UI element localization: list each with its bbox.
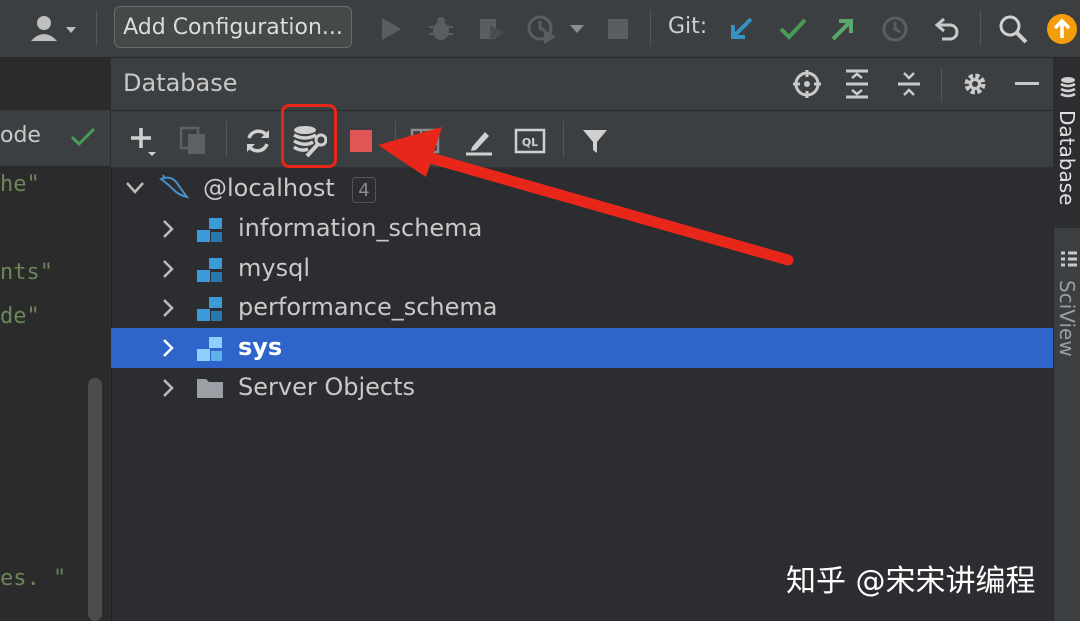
play-icon [382, 17, 401, 40]
panel-settings-button[interactable] [957, 67, 993, 101]
expand-all-button[interactable] [839, 67, 875, 101]
collapse-all-button[interactable] [891, 67, 927, 101]
rollback-button[interactable] [928, 0, 966, 57]
hide-panel-button[interactable] [1009, 67, 1045, 101]
tree-item-label: @localhost [203, 174, 335, 202]
git-commit-button[interactable] [774, 0, 812, 57]
schema-icon [197, 258, 222, 282]
git-push-button[interactable] [824, 0, 862, 57]
refresh-icon [247, 129, 269, 153]
database-icon [1060, 77, 1076, 98]
plus-icon [131, 128, 156, 156]
sciview-tab-label: SciView [1055, 280, 1079, 357]
search-everywhere-button[interactable] [994, 0, 1032, 57]
search-icon [999, 15, 1028, 43]
schema-icon [197, 337, 222, 361]
stop-icon [608, 18, 628, 39]
more-run-options[interactable] [566, 0, 588, 57]
user-account-button[interactable] [22, 0, 82, 57]
editor-scrollbar[interactable] [88, 378, 102, 621]
tree-item-label: mysql [238, 254, 310, 282]
arrow-down-left-icon [731, 17, 753, 39]
chevron-right-icon [163, 339, 174, 357]
profiler-icon [527, 15, 556, 44]
bug-icon [429, 16, 453, 40]
clock-icon [882, 16, 908, 41]
duplicate-button[interactable] [175, 123, 211, 159]
crosshair-icon [793, 70, 821, 98]
sciview-tool-tab[interactable]: SciView [1053, 240, 1080, 370]
editor-tab-bar: ode [0, 110, 110, 167]
update-arrow-icon [1047, 13, 1077, 44]
git-label: Git: [668, 14, 708, 39]
code-line: de" [0, 304, 40, 329]
minimize-icon [1015, 82, 1039, 85]
folder-icon [197, 379, 223, 398]
grid-list-icon [1061, 251, 1077, 267]
expand-all-icon [846, 69, 868, 99]
database-panel-header: Database [111, 58, 1053, 111]
run-button[interactable] [372, 0, 410, 57]
code-line: he" [0, 172, 40, 197]
update-available-button[interactable] [1044, 0, 1080, 57]
tree-item-label: sys [238, 333, 283, 361]
database-tab-label: Database [1055, 110, 1079, 206]
locate-button[interactable] [789, 67, 825, 101]
coverage-icon [480, 18, 504, 41]
gear-icon [964, 73, 986, 95]
editor-tab-title[interactable]: ode [0, 123, 41, 148]
tree-item-label: performance_schema [238, 293, 498, 321]
collapse-all-icon [898, 72, 920, 96]
inspection-ok-icon [70, 127, 96, 147]
git-history-button[interactable] [876, 0, 914, 57]
main-toolbar: Add Configuration... Git: [0, 0, 1080, 58]
tree-item-label: Server Objects [238, 373, 415, 401]
debug-button[interactable] [422, 0, 460, 57]
database-tool-tab[interactable]: Database [1053, 58, 1080, 228]
tree-item-sys[interactable]: sys [111, 328, 1053, 368]
arrow-up-right-icon [831, 18, 853, 40]
schema-icon [197, 297, 222, 321]
copy-icon [179, 126, 205, 154]
git-update-button[interactable] [722, 0, 760, 57]
undo-icon [934, 17, 959, 40]
schema-icon [197, 218, 222, 242]
stop-button[interactable] [600, 0, 636, 57]
chevron-down-icon [570, 24, 584, 33]
chevron-right-icon [163, 299, 174, 317]
code-line: nts" [0, 260, 53, 285]
code-line: es. " [0, 566, 67, 591]
tree-item-server-objects[interactable]: Server Objects [111, 368, 1053, 408]
new-datasource-button[interactable] [125, 123, 161, 159]
profile-button[interactable] [522, 0, 562, 57]
panel-title: Database [123, 69, 238, 97]
run-with-coverage-button[interactable] [472, 0, 512, 57]
refresh-button[interactable] [239, 123, 277, 159]
chevron-right-icon [163, 379, 174, 397]
watermark: 知乎 @宋宋讲编程 [786, 564, 1036, 599]
checkmark-icon [779, 18, 807, 40]
add-configuration-button[interactable]: Add Configuration... [114, 6, 352, 48]
tree-item-performance-schema[interactable]: performance_schema [111, 288, 1053, 328]
mysql-dolphin-icon [158, 174, 190, 199]
annotation-arrow [378, 127, 794, 266]
annotation-highlight-box [281, 104, 337, 168]
user-icon [31, 15, 76, 41]
chevron-right-icon [163, 260, 174, 278]
chevron-down-icon [126, 182, 144, 194]
chevron-right-icon [163, 220, 174, 238]
